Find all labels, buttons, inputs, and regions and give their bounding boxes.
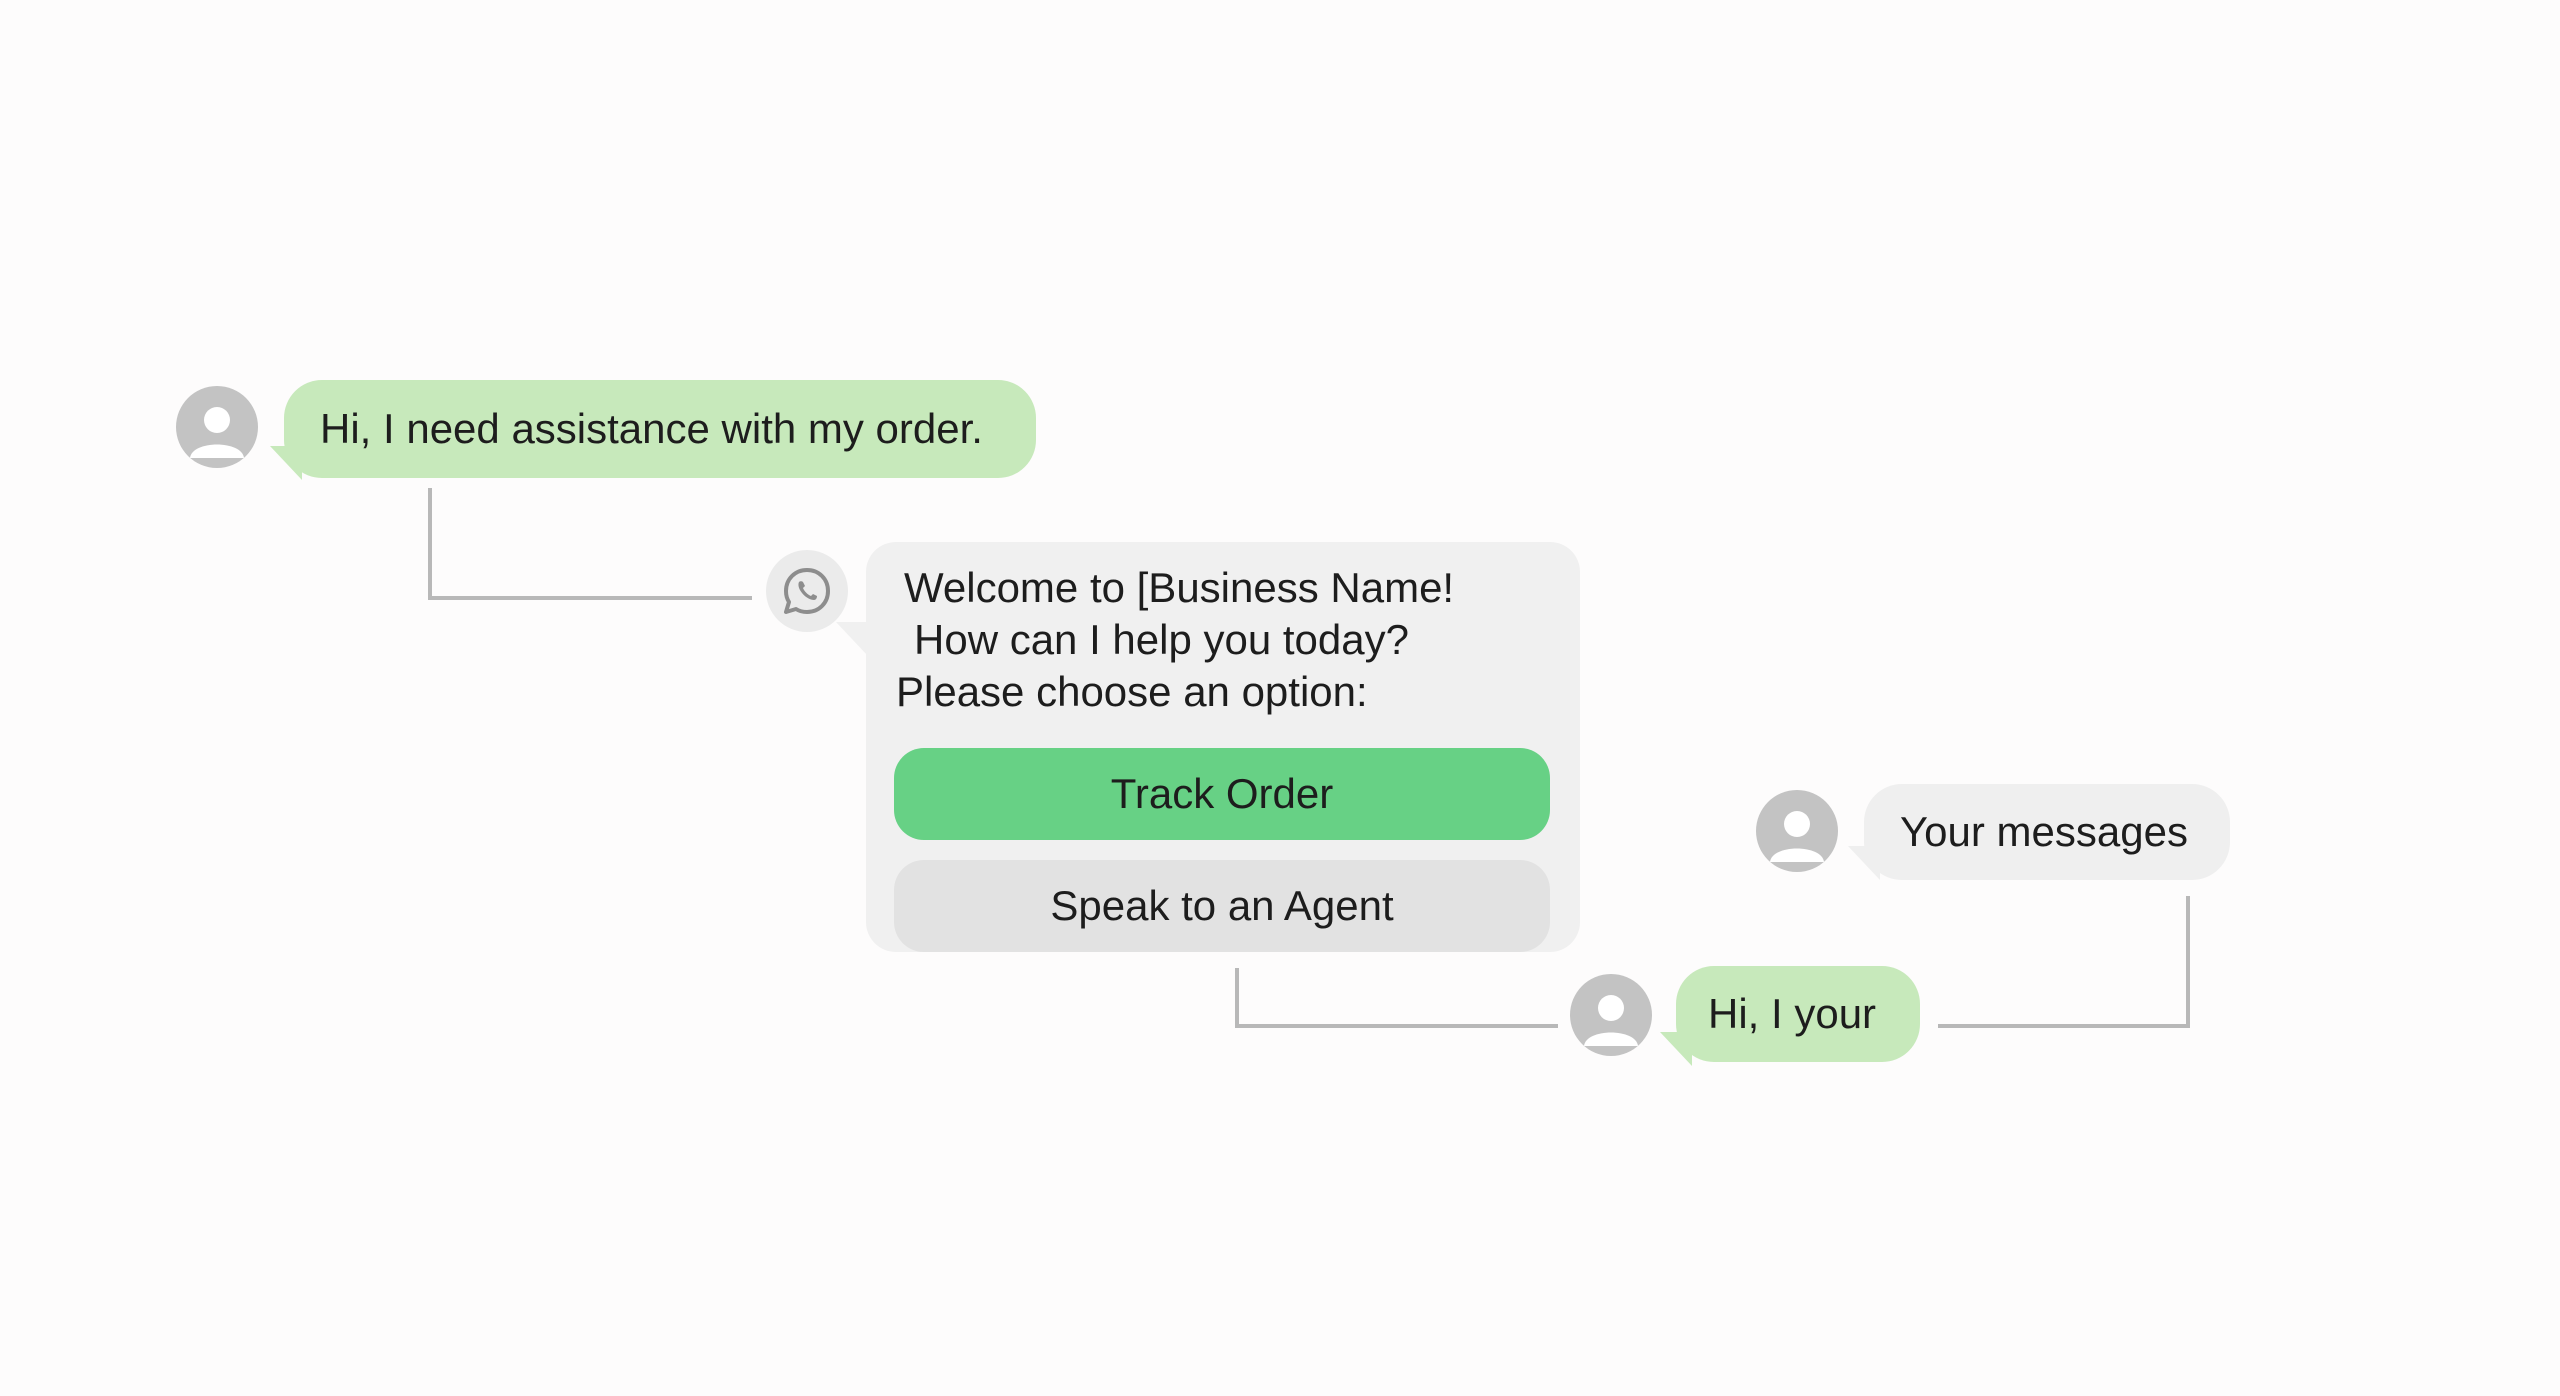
connector-bot-to-reply — [1235, 968, 1558, 1028]
bot-greeting-text: Welcome to [Business Name! — [904, 564, 1455, 611]
your-messages-text: Your messages — [1900, 808, 2188, 855]
track-order-button[interactable]: Track Order — [894, 748, 1550, 840]
whatsapp-icon — [766, 550, 848, 632]
speak-to-agent-label: Speak to an Agent — [1050, 882, 1394, 929]
reply-text: Hi, I your — [1708, 990, 1877, 1037]
connector-first-to-bot — [428, 488, 752, 600]
user-avatar-icon — [176, 386, 258, 468]
bubble-tail — [836, 622, 868, 656]
bot-question-text: How can I help you today? — [914, 616, 1409, 663]
your-messages-bubble: Your messages — [1864, 784, 2230, 880]
user-avatar-icon — [1570, 974, 1652, 1056]
track-order-label: Track Order — [1110, 770, 1334, 817]
message-bubble: Hi, I need assistance with my order. — [284, 380, 1036, 478]
bot-instruction-text: Please choose an option: — [896, 668, 1368, 715]
connector-reply-to-side — [1938, 896, 2190, 1028]
speak-to-agent-button[interactable]: Speak to an Agent — [894, 860, 1550, 952]
reply-bubble: Hi, I your — [1676, 966, 1920, 1062]
message-text: Hi, I need assistance with my order. — [320, 405, 983, 452]
user-avatar-icon — [1756, 790, 1838, 872]
bot-message-card: Welcome to [Business Name! How can I hel… — [866, 542, 1580, 952]
